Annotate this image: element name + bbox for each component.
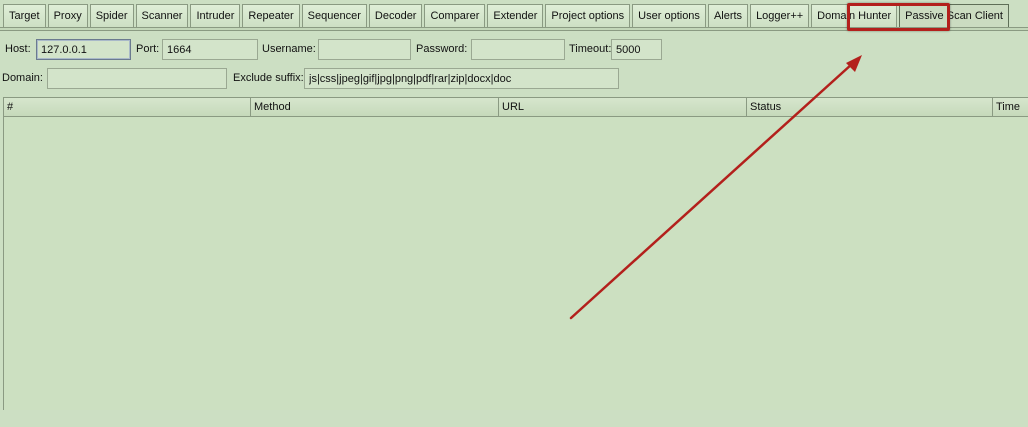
- main-tab-bar: Target Proxy Spider Scanner Intruder Rep…: [0, 0, 1028, 31]
- host-label: Host:: [5, 43, 31, 55]
- table-header: # Method URL Status Time: [4, 98, 1028, 117]
- tab-repeater[interactable]: Repeater: [242, 4, 300, 28]
- column-header-index[interactable]: #: [4, 98, 251, 117]
- column-header-url[interactable]: URL: [499, 98, 747, 117]
- host-input[interactable]: [36, 39, 131, 60]
- password-label: Password:: [416, 43, 468, 55]
- tab-comparer[interactable]: Comparer: [424, 4, 486, 28]
- tab-alerts[interactable]: Alerts: [707, 4, 749, 28]
- tab-decoder[interactable]: Decoder: [368, 4, 423, 28]
- password-input[interactable]: [471, 39, 565, 60]
- tab-intruder[interactable]: Intruder: [190, 4, 241, 28]
- column-header-status[interactable]: Status: [747, 98, 993, 117]
- timeout-label: Timeout:: [569, 43, 612, 55]
- port-input[interactable]: [162, 39, 258, 60]
- exclude-suffix-input[interactable]: [304, 68, 619, 89]
- tab-target[interactable]: Target: [3, 4, 46, 28]
- column-header-method[interactable]: Method: [251, 98, 499, 117]
- tab-logger-plus-plus[interactable]: Logger++: [750, 4, 810, 28]
- tab-scanner[interactable]: Scanner: [135, 4, 189, 28]
- request-table: # Method URL Status Time: [3, 97, 1028, 410]
- tab-list: Target Proxy Spider Scanner Intruder Rep…: [3, 4, 1011, 29]
- tab-passive-scan-client[interactable]: Passive Scan Client: [899, 4, 1009, 29]
- domain-input[interactable]: [47, 68, 227, 89]
- tab-user-options[interactable]: User options: [632, 4, 706, 28]
- tab-bar-divider: [0, 27, 1028, 31]
- username-label: Username:: [262, 43, 316, 55]
- domain-label: Domain:: [2, 72, 43, 84]
- tab-project-options[interactable]: Project options: [545, 4, 631, 28]
- username-input[interactable]: [318, 39, 411, 60]
- timeout-input[interactable]: [611, 39, 662, 60]
- burp-window: Target Proxy Spider Scanner Intruder Rep…: [0, 0, 1028, 427]
- tab-extender[interactable]: Extender: [487, 4, 544, 28]
- port-label: Port:: [136, 43, 160, 55]
- annotation-arrow-head: [846, 55, 862, 72]
- tab-sequencer[interactable]: Sequencer: [301, 4, 367, 28]
- tab-proxy[interactable]: Proxy: [47, 4, 88, 28]
- tab-spider[interactable]: Spider: [89, 4, 134, 28]
- exclude-suffix-label: Exclude suffix:: [233, 72, 304, 84]
- table-body[interactable]: [4, 118, 1028, 411]
- bottom-panel: [0, 410, 1028, 427]
- tab-domain-hunter[interactable]: Domain Hunter: [811, 4, 898, 28]
- column-header-time[interactable]: Time: [993, 98, 1028, 117]
